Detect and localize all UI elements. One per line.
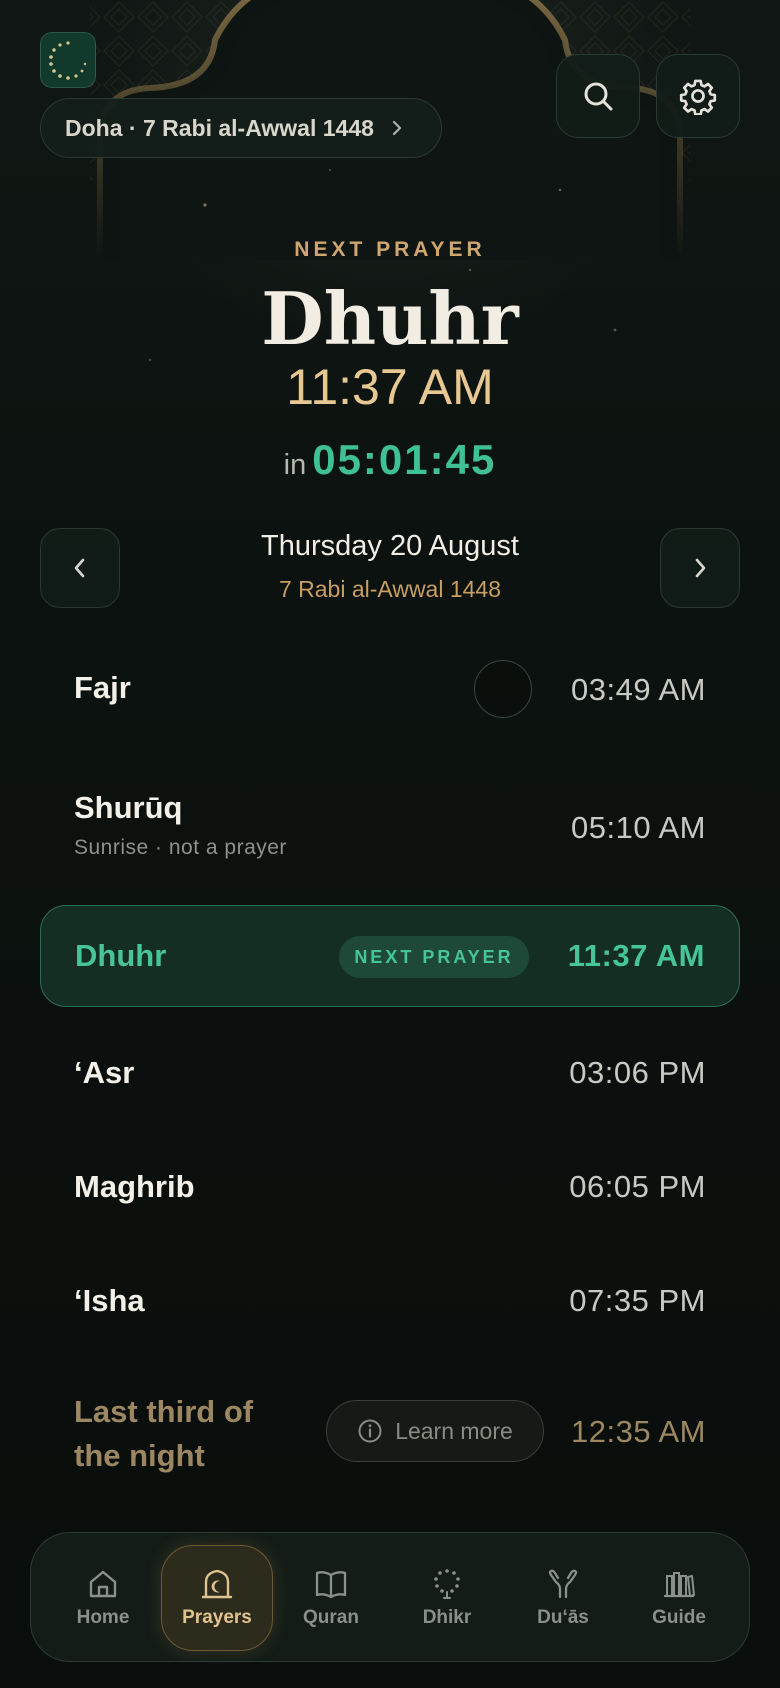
prayer-name: Last third of the night: [74, 1394, 254, 1473]
search-button[interactable]: [556, 54, 640, 138]
countdown: in 05:01:45: [0, 436, 780, 484]
prayer-time: 05:10 AM: [571, 810, 706, 845]
prayer-time: 03:49 AM: [571, 672, 706, 707]
prayer-time: 06:05 PM: [569, 1169, 706, 1204]
prayer-name: Maghrib: [74, 1169, 195, 1204]
bottom-tab-bar: Home Prayers Quran Dhikr Du‘ās Guide: [30, 1532, 750, 1662]
next-prayer-time: 11:37 AM: [286, 359, 494, 415]
prayer-row-asr[interactable]: ‘Asr 03:06 PM: [40, 1045, 740, 1145]
prayer-row-isha[interactable]: ‘Isha 07:35 PM: [40, 1273, 740, 1373]
tab-home[interactable]: Home: [47, 1545, 159, 1651]
raised-hands-icon: [548, 1569, 578, 1599]
prayer-row-last-third: Last third of the night Learn more 12:35…: [40, 1394, 740, 1510]
tab-label: Du‘ās: [537, 1607, 589, 1628]
tab-quran[interactable]: Quran: [275, 1545, 387, 1651]
prayer-row-maghrib[interactable]: Maghrib 06:05 PM: [40, 1159, 740, 1259]
prayed-checkbox[interactable]: [474, 660, 532, 718]
gear-icon: [679, 79, 717, 115]
app-logo[interactable]: [40, 32, 96, 88]
next-prayer-label: NEXT PRAYER: [294, 238, 486, 261]
chevron-right-icon: [390, 118, 404, 138]
tab-dhikr[interactable]: Dhikr: [391, 1545, 503, 1651]
next-prayer-name: Dhuhr: [261, 276, 519, 361]
tab-label: Home: [76, 1607, 130, 1628]
prayer-time: 07:35 PM: [569, 1283, 706, 1318]
prayer-name: ‘Isha: [74, 1283, 145, 1318]
search-icon: [584, 82, 613, 111]
countdown-prefix: in: [283, 449, 307, 481]
prayer-row-dhuhr[interactable]: Dhuhr NEXT PRAYER 11:37 AM: [40, 905, 740, 1007]
tab-duas[interactable]: Du‘ās: [507, 1545, 619, 1651]
book-icon: [315, 1571, 347, 1599]
prayer-name: Shurūq: [74, 790, 183, 825]
tab-label: Prayers: [182, 1607, 252, 1628]
library-icon: [663, 1572, 695, 1598]
prayer-time: 03:06 PM: [569, 1055, 706, 1090]
next-day-button[interactable]: [660, 528, 740, 608]
prayer-time: 12:35 AM: [571, 1414, 706, 1449]
learn-more-button[interactable]: Learn more: [326, 1400, 544, 1462]
location-date-selector[interactable]: Doha · 7 Rabi al-Awwal 1448: [40, 98, 442, 158]
chevron-right-icon: [695, 558, 706, 578]
settings-button[interactable]: [656, 54, 740, 138]
learn-more-label: Learn more: [395, 1417, 513, 1444]
prayer-name: Dhuhr: [75, 938, 167, 973]
tab-label: Guide: [652, 1607, 706, 1628]
prayer-row-shuruq[interactable]: Shurūq Sunrise · not a prayer 05:10 AM: [40, 778, 740, 878]
mihrab-icon: [201, 1569, 233, 1599]
prayer-name: Fajr: [74, 670, 131, 705]
prayer-row-fajr[interactable]: Fajr 03:49 AM: [40, 640, 740, 740]
prayer-subtitle: Sunrise · not a prayer: [74, 836, 287, 859]
tab-label: Dhikr: [422, 1607, 472, 1628]
crescent-logo-icon: [49, 41, 87, 80]
prayer-beads-icon: [434, 1569, 460, 1599]
home-icon: [89, 1570, 117, 1598]
countdown-value: 05:01:45: [312, 436, 497, 483]
tab-guide[interactable]: Guide: [623, 1545, 735, 1651]
location-label: Doha · 7 Rabi al-Awwal 1448: [65, 114, 374, 141]
prayer-name: ‘Asr: [74, 1055, 135, 1090]
next-prayer-badge: NEXT PRAYER: [339, 936, 529, 978]
tab-label: Quran: [303, 1607, 359, 1628]
prayer-time: 11:37 AM: [567, 938, 705, 973]
tab-prayers[interactable]: Prayers: [161, 1545, 273, 1651]
info-icon: [358, 1419, 382, 1443]
